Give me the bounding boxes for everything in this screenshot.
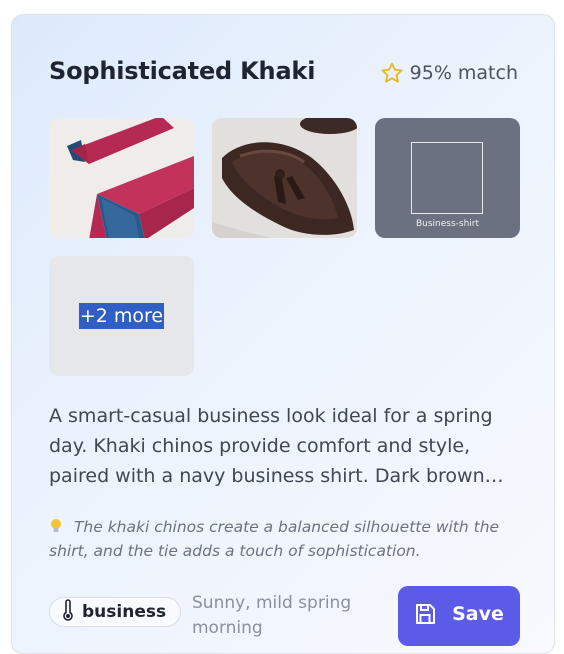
image-placeholder-icon bbox=[411, 142, 483, 214]
match-label: 95% match bbox=[409, 62, 518, 84]
outfit-title: Sophisticated Khaki bbox=[49, 57, 316, 85]
outfit-card: Sophisticated Khaki 95% match Business-s… bbox=[11, 14, 555, 654]
save-label: Save bbox=[452, 603, 504, 625]
item-thumbnail-placeholder[interactable]: Business-shirt bbox=[375, 118, 520, 238]
item-label: Business-shirt bbox=[415, 219, 480, 229]
lightbulb-icon bbox=[49, 518, 68, 536]
star-icon bbox=[380, 61, 404, 85]
occasion-label: business bbox=[82, 602, 167, 622]
occasion-tag: business bbox=[49, 597, 182, 627]
match-score: 95% match bbox=[380, 61, 518, 85]
item-thumbnail-tie[interactable] bbox=[49, 118, 194, 238]
outfit-description: A smart-casual business look ideal for a… bbox=[49, 405, 504, 487]
weather-description: Sunny, mild spring morning bbox=[192, 593, 352, 638]
styling-tip-text: The khaki chinos create a balanced silho… bbox=[49, 518, 500, 560]
loafer-shoe-photo bbox=[212, 118, 357, 238]
item-thumbnail-shoe[interactable] bbox=[212, 118, 357, 238]
more-items-label: +2 more bbox=[78, 303, 165, 329]
save-button[interactable]: Save bbox=[398, 586, 520, 646]
floppy-disk-icon bbox=[414, 603, 436, 625]
thermometer-icon bbox=[62, 598, 74, 626]
styling-tip: The khaki chinos create a balanced silho… bbox=[49, 515, 529, 563]
necktie-photo bbox=[49, 118, 194, 238]
more-items-button[interactable]: +2 more bbox=[49, 256, 194, 376]
